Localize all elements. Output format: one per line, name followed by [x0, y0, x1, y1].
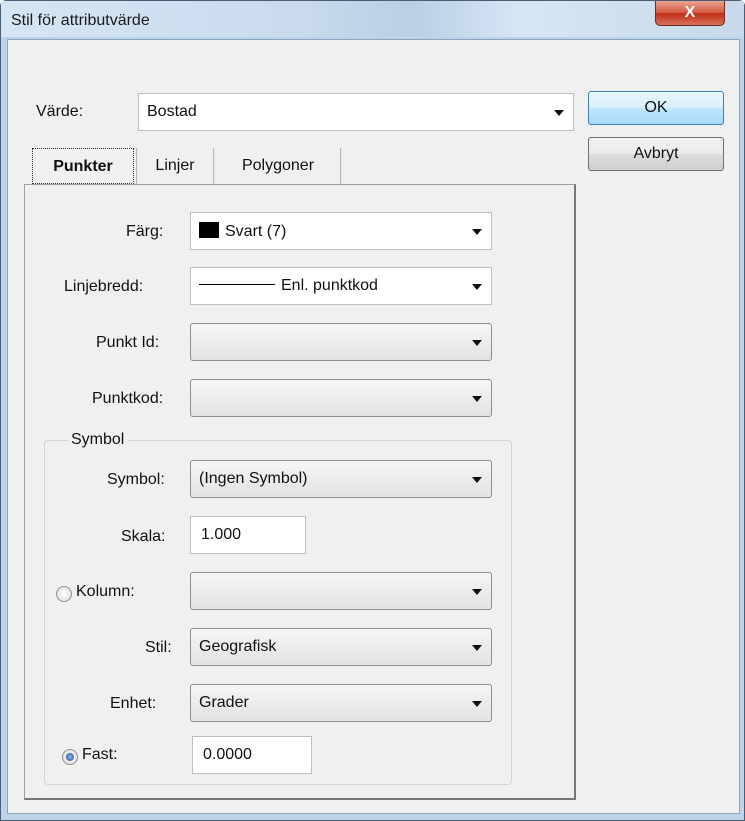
- ok-button[interactable]: OK: [588, 91, 724, 125]
- color-dropdown[interactable]: Svart (7): [190, 212, 492, 250]
- point-code-label: Punktkod:: [92, 390, 164, 407]
- unit-dropdown[interactable]: Grader: [190, 684, 492, 722]
- symbol-group-label: Symbol: [68, 431, 128, 449]
- line-width-value-text: Enl. punktkod: [281, 277, 378, 294]
- scale-label: Skala:: [121, 528, 166, 545]
- symbol-dropdown[interactable]: (Ingen Symbol): [190, 460, 492, 498]
- fixed-input[interactable]: 0.0000: [192, 736, 312, 774]
- color-dropdown-value: Svart (7): [199, 222, 286, 241]
- point-id-label: Punkt Id:: [96, 334, 160, 351]
- line-sample-icon: [199, 284, 275, 285]
- value-dropdown[interactable]: Bostad: [138, 93, 574, 131]
- color-label: Färg:: [126, 223, 164, 240]
- chevron-down-icon: [472, 396, 482, 402]
- point-code-dropdown[interactable]: [190, 379, 492, 417]
- value-dropdown-value: Bostad: [147, 103, 197, 120]
- tab-separator: [213, 148, 215, 186]
- symbol-value: (Ingen Symbol): [199, 470, 308, 487]
- column-radio[interactable]: [56, 586, 72, 602]
- dialog-body: Värde: Bostad OK Avbryt Punkter Linjer P…: [7, 39, 740, 814]
- tab-punkter[interactable]: Punkter: [32, 148, 134, 184]
- unit-value: Grader: [199, 694, 249, 711]
- column-label: Kolumn:: [76, 583, 135, 600]
- tab-separator: [340, 148, 342, 186]
- fixed-radio[interactable]: [62, 749, 78, 765]
- fixed-value: 0.0000: [203, 746, 252, 763]
- chevron-down-icon: [472, 477, 482, 483]
- title-bar[interactable]: Stil för attributvärde X: [1, 1, 744, 37]
- unit-label: Enhet:: [110, 695, 157, 712]
- tab-linjer[interactable]: Linjer: [140, 148, 210, 184]
- column-dropdown[interactable]: [190, 572, 492, 610]
- line-width-label: Linjebredd:: [64, 278, 144, 295]
- chevron-down-icon: [472, 229, 482, 235]
- tab-polygoner[interactable]: Polygoner: [218, 148, 338, 184]
- scale-value: 1.000: [201, 526, 242, 543]
- symbol-label: Symbol:: [107, 471, 165, 488]
- chevron-down-icon: [472, 589, 482, 595]
- chevron-down-icon: [554, 110, 564, 116]
- chevron-down-icon: [472, 701, 482, 707]
- close-button[interactable]: X: [655, 1, 725, 26]
- fixed-label: Fast:: [82, 746, 118, 763]
- chevron-down-icon: [472, 645, 482, 651]
- line-width-value: Enl. punktkod: [199, 277, 378, 295]
- point-id-dropdown[interactable]: [190, 323, 492, 361]
- style-dropdown[interactable]: Geografisk: [190, 628, 492, 666]
- chevron-down-icon: [472, 284, 482, 290]
- scale-input[interactable]: 1.000: [190, 516, 306, 554]
- style-value: Geografisk: [199, 638, 277, 655]
- color-value-text: Svart (7): [225, 223, 287, 240]
- window-title: Stil för attributvärde: [11, 12, 150, 29]
- value-label: Värde:: [36, 103, 84, 120]
- cancel-button[interactable]: Avbryt: [588, 137, 724, 171]
- tab-separator: [136, 148, 138, 186]
- dialog-window: Stil för attributvärde X Värde: Bostad O…: [0, 0, 745, 821]
- chevron-down-icon: [472, 340, 482, 346]
- line-width-dropdown[interactable]: Enl. punktkod: [190, 267, 492, 305]
- color-swatch-icon: [199, 222, 219, 238]
- style-label: Stil:: [145, 639, 172, 656]
